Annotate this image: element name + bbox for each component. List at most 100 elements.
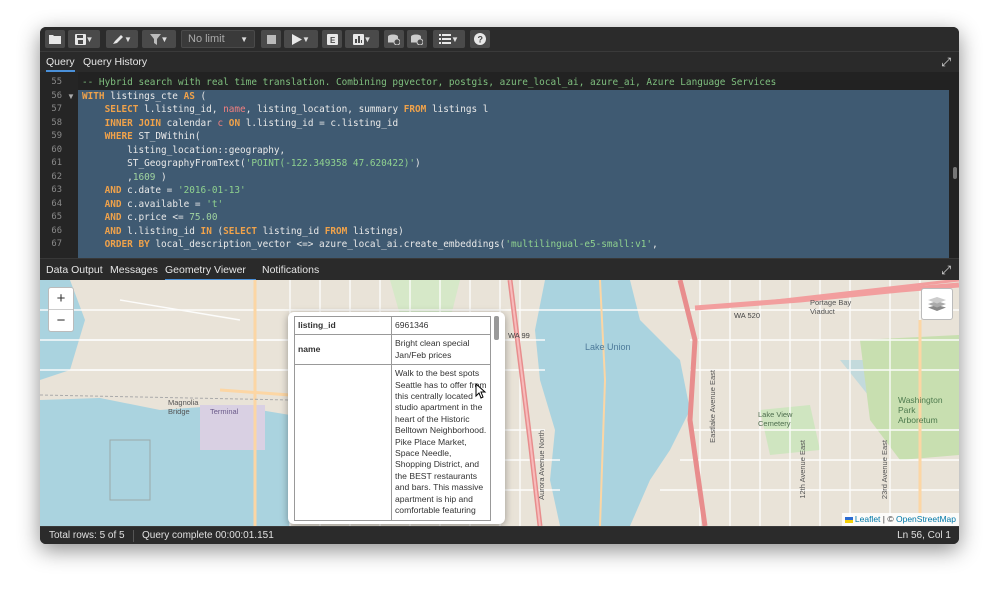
query-tabs: Query Query History ⤢ <box>40 52 959 72</box>
save-icon <box>74 33 86 45</box>
chevron-down-icon: ▼ <box>124 34 132 44</box>
execute-button[interactable]: ▼ <box>284 30 318 48</box>
tab-notifications[interactable]: Notifications <box>262 259 319 281</box>
code-line[interactable]: AND c.available = 't' <box>82 198 224 212</box>
popup-key <box>294 364 392 521</box>
help-icon: ? <box>474 33 486 45</box>
folder-icon <box>49 35 61 44</box>
list-icon <box>439 34 452 44</box>
line-number: 55 <box>51 77 62 87</box>
tab-messages[interactable]: Messages <box>110 259 158 281</box>
commit-button[interactable] <box>384 30 404 48</box>
mouse-cursor-icon <box>475 383 487 399</box>
code-line[interactable]: WITH listings_cte AS ( <box>82 90 206 104</box>
stop-icon <box>266 34 276 44</box>
sql-editor[interactable]: 55 56 57 58 59 60 61 62 63 64 65 66 67 -- Hybrid sea… <box>40 72 959 273</box>
line-number: 67 <box>51 239 62 249</box>
macros-button[interactable]: ▼ <box>433 30 465 48</box>
zoom-control: + − <box>48 287 74 332</box>
code-line[interactable]: listing_location::geography, <box>82 144 285 158</box>
code-line[interactable]: ORDER BY local_description_vector <=> az… <box>82 238 658 252</box>
filter-button[interactable]: ▼ <box>142 30 176 48</box>
openstreetmap-link[interactable]: OpenStreetMap <box>896 514 956 524</box>
popup-key: name <box>294 334 392 366</box>
map-label-eastlake: Eastlake Avenue East <box>708 370 717 443</box>
attribution-separator: | © <box>880 514 896 524</box>
code-line[interactable]: INNER JOIN calendar c ON l.listing_id = … <box>82 117 399 131</box>
map-label-arboretum: Washington Park Arboretum <box>898 395 943 425</box>
stop-button[interactable] <box>261 30 281 48</box>
line-number: 60 <box>51 144 62 155</box>
map-label-aurora: Aurora Avenue North <box>537 430 546 500</box>
query-toolbar: ▼ ▼ ▼ No limit ▼ ▼ E ▼ ▼ ? <box>40 27 959 52</box>
table-row: listing_id 6961346 <box>294 315 491 336</box>
result-tabs: Data Output Messages Geometry Viewer ✕ N… <box>40 258 959 298</box>
status-bar: Total rows: 5 of 5 Query complete 00:00:… <box>40 526 959 544</box>
cursor-position-status: Ln 56, Col 1 <box>897 530 951 541</box>
line-number: 59 <box>51 131 62 141</box>
table-row: Walk to the best spots Seattle has to of… <box>294 364 491 521</box>
database-commit-icon <box>388 34 400 45</box>
code-line[interactable]: SELECT l.listing_id, name, listing_locat… <box>82 103 489 117</box>
chevron-down-icon: ▼ <box>85 34 94 44</box>
line-number: 65 <box>51 212 62 222</box>
zoom-out-button[interactable]: − <box>49 310 73 331</box>
tab-geometry-viewer-label: Geometry Viewer <box>165 264 246 276</box>
zoom-in-button[interactable]: + <box>49 288 73 310</box>
line-number: 57 <box>51 104 62 114</box>
play-icon <box>292 33 303 45</box>
popup-value: 6961346 <box>391 315 491 336</box>
chevron-down-icon: ▼ <box>160 34 169 44</box>
pgadmin-window: ▼ ▼ ▼ No limit ▼ ▼ E ▼ ▼ ? Query Query H… <box>40 27 959 544</box>
total-rows-status: Total rows: 5 of 5 <box>49 530 125 541</box>
edit-button[interactable]: ▼ <box>106 30 138 48</box>
tab-geometry-viewer[interactable]: Geometry Viewer ✕ <box>165 259 256 298</box>
chevron-down-icon: ▼ <box>240 34 248 44</box>
code-line[interactable]: -- Hybrid search with real time translat… <box>82 76 776 90</box>
chevron-down-icon: ▼ <box>302 34 310 44</box>
layers-button[interactable] <box>921 288 953 320</box>
save-button[interactable]: ▼ <box>68 30 100 48</box>
code-line[interactable]: WHERE ST_DWithin( <box>82 130 201 144</box>
pencil-icon <box>113 34 124 44</box>
line-number: 64 <box>51 198 62 209</box>
code-line[interactable]: ST_GeographyFromText('POINT(-122.349358 … <box>82 157 421 171</box>
layers-icon <box>928 297 946 311</box>
code-line[interactable]: AND l.listing_id IN (SELECT listing_id F… <box>82 225 404 239</box>
open-file-button[interactable] <box>45 30 65 48</box>
editor-vertical-scrollbar[interactable] <box>953 167 957 179</box>
query-complete-status: Query complete 00:00:01.151 <box>142 530 274 541</box>
line-number: 66 <box>51 225 62 236</box>
table-row: name Bright clean special Jan/Feb prices <box>294 334 491 366</box>
limit-select-value: No limit <box>188 33 225 45</box>
popup-scrollbar[interactable] <box>494 316 499 340</box>
geometry-map[interactable]: Lake Union Magnolia Bridge Terminal Port… <box>40 280 959 526</box>
code-line[interactable]: ,1609 ) <box>82 171 167 185</box>
maximize-icon[interactable]: ⤢ <box>941 55 951 70</box>
chart-icon <box>352 33 364 45</box>
limit-select[interactable]: No limit ▼ <box>181 30 255 48</box>
rollback-button[interactable] <box>407 30 427 48</box>
popup-properties-table: listing_id 6961346 name Bright clean spe… <box>294 315 491 521</box>
help-button[interactable]: ? <box>470 30 490 48</box>
svg-text:?: ? <box>478 35 484 45</box>
tab-query[interactable]: Query <box>46 52 75 72</box>
tab-query-history[interactable]: Query History <box>83 52 147 72</box>
tab-data-output[interactable]: Data Output <box>46 259 103 281</box>
map-label-lake-union: Lake Union <box>585 342 631 352</box>
explain-analyze-button[interactable]: ▼ <box>345 30 379 48</box>
code-line[interactable]: AND c.date = '2016-01-13' <box>82 184 246 198</box>
leaflet-link[interactable]: Leaflet <box>855 514 881 524</box>
map-attribution: Leaflet | © OpenStreetMap <box>841 513 959 526</box>
code-line[interactable]: AND c.price <= 75.00 <box>82 211 218 225</box>
map-label-magnolia-bridge: Magnolia Bridge <box>168 398 199 416</box>
feature-popup[interactable]: listing_id 6961346 name Bright clean spe… <box>288 312 505 524</box>
line-number: 62 <box>51 171 62 182</box>
filter-icon <box>149 33 161 45</box>
status-divider <box>133 530 134 542</box>
explain-button[interactable]: E <box>322 30 342 48</box>
map-label-wa99: WA 99 <box>508 331 530 340</box>
fold-chevron-icon[interactable]: ▼ <box>67 92 75 101</box>
maximize-icon[interactable]: ⤢ <box>941 263 951 278</box>
chevron-down-icon: ▼ <box>363 34 372 44</box>
